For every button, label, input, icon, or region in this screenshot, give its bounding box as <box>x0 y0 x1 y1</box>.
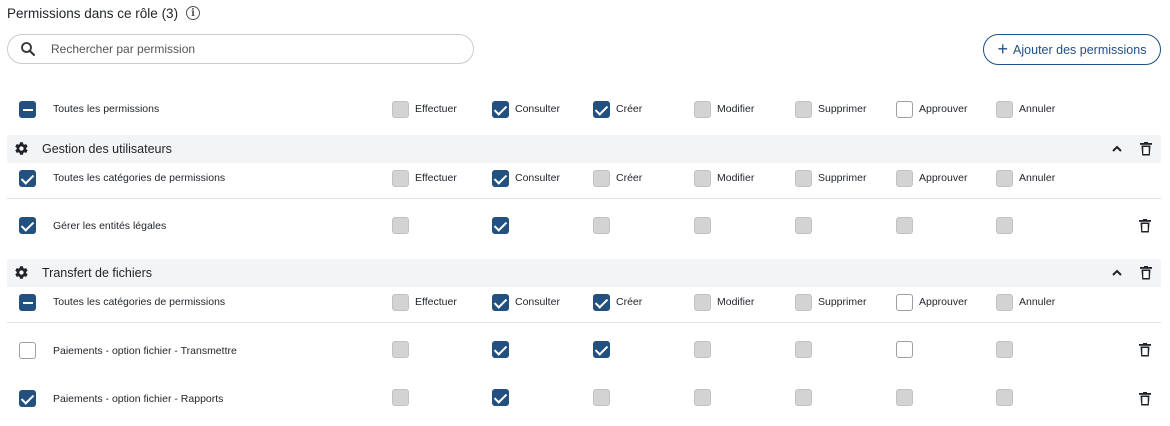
r3-consulter-checkbox[interactable] <box>492 389 509 406</box>
s2-modifier-label: Modifier <box>717 296 755 308</box>
top-effectuer-label: Effectuer <box>415 103 457 115</box>
section-header-file-transfer <box>7 259 1161 287</box>
section-title-user-management: Gestion des utilisateurs <box>42 142 172 156</box>
s1-approuver-label: Approuver <box>919 172 968 184</box>
search-input[interactable] <box>51 42 451 56</box>
s1-annuler-label: Annuler <box>1019 172 1056 184</box>
delete-row-icon[interactable] <box>1139 343 1151 357</box>
delete-row-icon[interactable] <box>1139 392 1151 406</box>
r1-approuver-checkbox[interactable] <box>896 217 913 234</box>
row-reports-label: Paiements - option fichier - Rapports <box>53 393 224 405</box>
add-permissions-button[interactable]: + Ajouter des permissions <box>983 34 1161 65</box>
divider <box>7 198 1161 199</box>
top-consulter-label: Consulter <box>515 103 560 115</box>
delete-section-icon[interactable] <box>1140 142 1152 156</box>
title-row: Permissions dans ce rôle (3) i <box>7 4 201 22</box>
r1-creer-checkbox[interactable] <box>593 217 610 234</box>
top-supprimer-label: Supprimer <box>818 103 867 115</box>
top-creer-checkbox[interactable] <box>593 101 610 118</box>
section1-all-checkbox[interactable] <box>19 170 36 187</box>
r3-effectuer-checkbox[interactable] <box>392 389 409 406</box>
top-modifier-label: Modifier <box>717 103 755 115</box>
section2-all-checkbox[interactable] <box>19 294 36 311</box>
r2-creer-checkbox[interactable] <box>593 341 610 358</box>
search-icon <box>21 42 35 56</box>
row-legal-entities-label: Gérer les entités légales <box>53 220 167 232</box>
r3-modifier-checkbox[interactable] <box>694 389 711 406</box>
search-field[interactable] <box>7 34 474 64</box>
r1-consulter-checkbox[interactable] <box>492 217 509 234</box>
section1-all-label: Toutes les catégories de permissions <box>53 172 226 184</box>
r1-modifier-checkbox[interactable] <box>694 217 711 234</box>
r1-supprimer-checkbox[interactable] <box>795 217 812 234</box>
s2-annuler-label: Annuler <box>1019 296 1056 308</box>
s1-approuver-checkbox[interactable] <box>896 170 913 187</box>
row-transmit-label: Paiements - option fichier - Transmettre <box>53 345 237 357</box>
top-approuver-checkbox[interactable] <box>896 101 913 118</box>
r2-effectuer-checkbox[interactable] <box>392 341 409 358</box>
s2-consulter-checkbox[interactable] <box>492 294 509 311</box>
r2-modifier-checkbox[interactable] <box>694 341 711 358</box>
s2-consulter-label: Consulter <box>515 296 560 308</box>
chevron-up-icon[interactable] <box>1111 267 1123 279</box>
s2-creer-checkbox[interactable] <box>593 294 610 311</box>
s1-effectuer-checkbox[interactable] <box>392 170 409 187</box>
r2-approuver-checkbox[interactable] <box>896 341 913 358</box>
gear-icon <box>15 266 28 279</box>
r3-creer-checkbox[interactable] <box>593 389 610 406</box>
r2-annuler-checkbox[interactable] <box>996 341 1013 358</box>
s1-consulter-label: Consulter <box>515 172 560 184</box>
top-creer-label: Créer <box>616 103 643 115</box>
delete-section-icon[interactable] <box>1140 266 1152 280</box>
all-permissions-label: Toutes les permissions <box>53 103 160 115</box>
all-permissions-checkbox[interactable] <box>19 101 36 118</box>
gear-icon <box>15 142 28 155</box>
s2-effectuer-label: Effectuer <box>415 296 457 308</box>
row-reports-checkbox[interactable] <box>19 390 36 407</box>
r1-effectuer-checkbox[interactable] <box>392 217 409 234</box>
section-title-file-transfer: Transfert de fichiers <box>42 266 152 280</box>
plus-icon: + <box>997 38 1009 59</box>
s2-annuler-checkbox[interactable] <box>996 294 1013 311</box>
top-annuler-label: Annuler <box>1019 103 1056 115</box>
top-supprimer-checkbox[interactable] <box>795 101 812 118</box>
top-approuver-label: Approuver <box>919 103 968 115</box>
s2-modifier-checkbox[interactable] <box>694 294 711 311</box>
section-header-user-management <box>7 135 1161 163</box>
top-modifier-checkbox[interactable] <box>694 101 711 118</box>
r3-supprimer-checkbox[interactable] <box>795 389 812 406</box>
s1-consulter-checkbox[interactable] <box>492 170 509 187</box>
s2-approuver-label: Approuver <box>919 296 968 308</box>
page-title: Permissions dans ce rôle (3) <box>7 5 179 21</box>
s1-creer-checkbox[interactable] <box>593 170 610 187</box>
r3-approuver-checkbox[interactable] <box>896 389 913 406</box>
chevron-up-icon[interactable] <box>1111 143 1123 155</box>
s1-modifier-label: Modifier <box>717 172 755 184</box>
s2-effectuer-checkbox[interactable] <box>392 294 409 311</box>
row-transmit-checkbox[interactable] <box>19 342 36 359</box>
s1-creer-label: Créer <box>616 172 643 184</box>
top-effectuer-checkbox[interactable] <box>392 101 409 118</box>
r2-consulter-checkbox[interactable] <box>492 341 509 358</box>
s2-supprimer-checkbox[interactable] <box>795 294 812 311</box>
top-consulter-checkbox[interactable] <box>492 101 509 118</box>
top-annuler-checkbox[interactable] <box>996 101 1013 118</box>
s1-effectuer-label: Effectuer <box>415 172 457 184</box>
divider <box>7 322 1161 323</box>
s2-supprimer-label: Supprimer <box>818 296 867 308</box>
r3-annuler-checkbox[interactable] <box>996 389 1013 406</box>
r2-supprimer-checkbox[interactable] <box>795 341 812 358</box>
add-permissions-label: Ajouter des permissions <box>1013 42 1147 57</box>
s1-supprimer-label: Supprimer <box>818 172 867 184</box>
section2-all-label: Toutes les catégories de permissions <box>53 296 226 308</box>
s1-supprimer-checkbox[interactable] <box>795 170 812 187</box>
info-icon[interactable]: i <box>186 6 201 20</box>
s2-creer-label: Créer <box>616 296 643 308</box>
s1-modifier-checkbox[interactable] <box>694 170 711 187</box>
r1-annuler-checkbox[interactable] <box>996 217 1013 234</box>
row-legal-entities-checkbox[interactable] <box>19 217 36 234</box>
s2-approuver-checkbox[interactable] <box>896 294 913 311</box>
s1-annuler-checkbox[interactable] <box>996 170 1013 187</box>
delete-row-icon[interactable] <box>1139 219 1151 233</box>
